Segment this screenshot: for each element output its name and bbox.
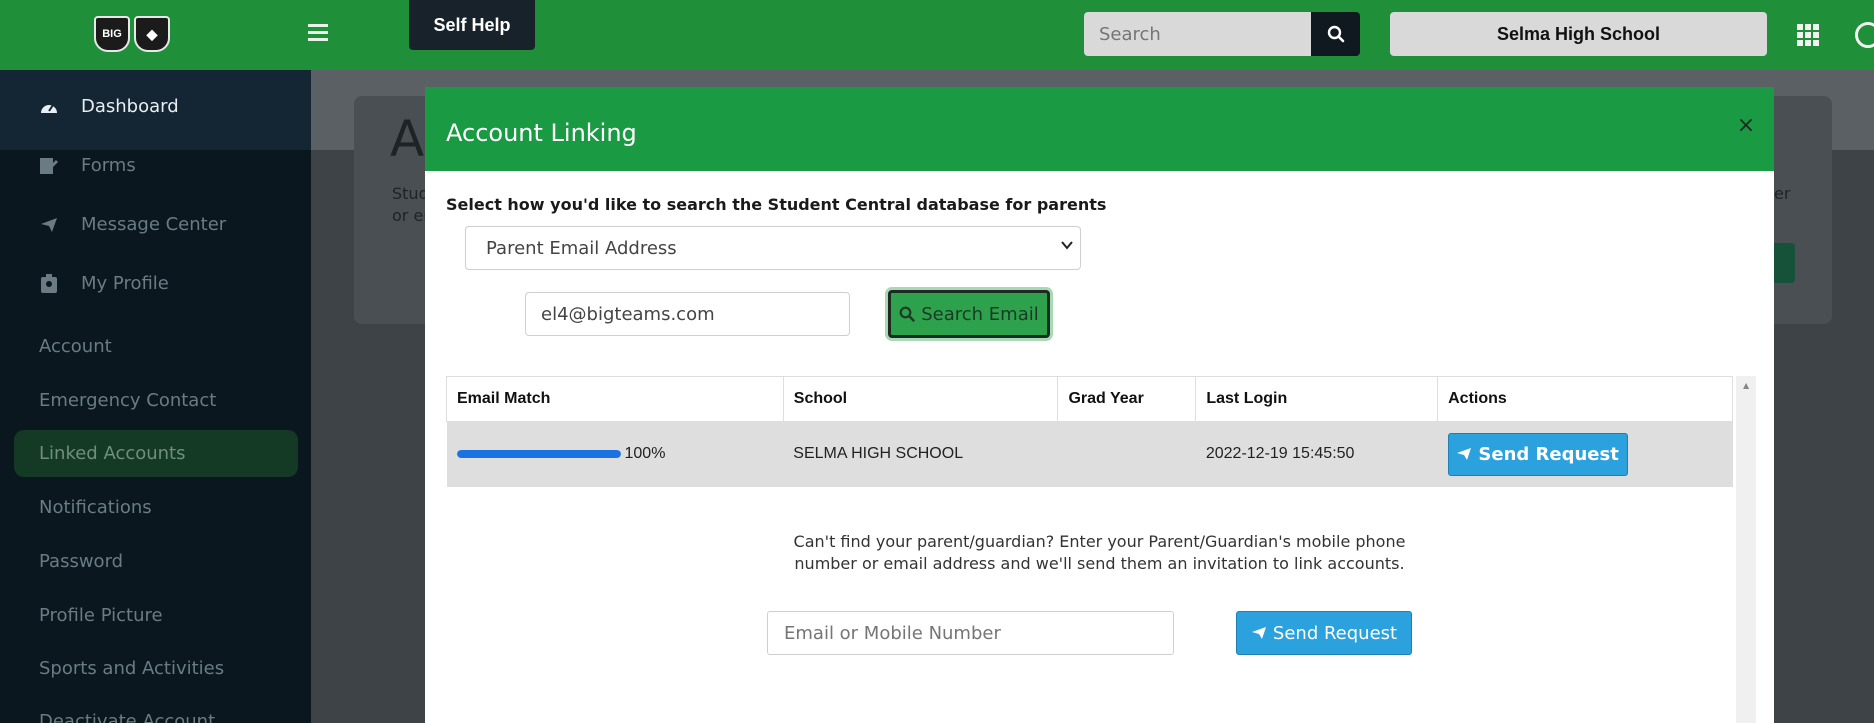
background-text: Stud: [392, 184, 429, 203]
sidebar-item-dashboard[interactable]: Dashboard: [39, 96, 179, 117]
sidebar-item-profile-picture[interactable]: Profile Picture: [39, 605, 163, 626]
sidebar-item-label: Dashboard: [81, 96, 179, 117]
invite-contact-input[interactable]: [767, 611, 1174, 655]
search-email-label: Search Email: [921, 303, 1039, 325]
sidebar-item-label: Message Center: [81, 214, 227, 235]
dashboard-icon: [39, 97, 59, 117]
sidebar-item-account[interactable]: Account: [39, 336, 112, 357]
scroll-up-icon[interactable]: ▲: [1743, 381, 1749, 390]
column-header: Grad Year: [1057, 376, 1197, 422]
parent-email-input[interactable]: el4@bigteams.com: [525, 292, 850, 336]
cant-find-text: number or email address and we'll send t…: [794, 554, 1405, 573]
match-progress-bar: [456, 450, 621, 459]
self-help-button[interactable]: Self Help: [409, 0, 535, 50]
sidebar-item-linked-accounts[interactable]: Linked Accounts: [39, 443, 186, 464]
grad-year-cell: [1057, 421, 1196, 487]
paper-plane-icon: [1251, 627, 1266, 639]
school-cell: SELMA HIGH SCHOOL: [783, 421, 1058, 487]
column-header: Actions: [1437, 376, 1733, 422]
sidebar-item-message-center[interactable]: Message Center: [39, 214, 226, 235]
column-header: School: [782, 376, 1059, 422]
search-icon: [899, 306, 915, 322]
sidebar-item-deactivate-account[interactable]: Deactivate Account: [39, 711, 215, 723]
app-logo[interactable]: BIG ◆: [94, 16, 170, 52]
school-selector-button[interactable]: Selma High School: [1390, 12, 1767, 56]
chevron-down-icon: [1060, 237, 1074, 256]
table-row: 100% SELMA HIGH SCHOOL 2022-12-19 15:45:…: [446, 421, 1733, 487]
account-linking-modal: Account Linking × Select how you'd like …: [425, 87, 1774, 723]
menu-toggle-icon[interactable]: [308, 24, 328, 44]
close-icon[interactable]: ×: [1735, 115, 1757, 137]
send-request-label: Send Request: [1478, 443, 1619, 465]
last-login-cell: 2022-12-19 15:45:50: [1195, 421, 1438, 487]
search-input[interactable]: [1084, 12, 1312, 56]
sidebar-item-forms[interactable]: Forms: [39, 155, 136, 176]
send-invite-label: Send Request: [1272, 622, 1398, 644]
user-avatar-icon[interactable]: [1855, 22, 1874, 48]
background-text: er: [1774, 184, 1791, 203]
sidebar-item-password[interactable]: Password: [39, 551, 123, 572]
background-heading: A: [390, 110, 425, 168]
search-type-value: Parent Email Address: [486, 237, 677, 259]
paper-plane-icon: [1457, 448, 1472, 461]
apps-grid-icon[interactable]: [1797, 24, 1819, 46]
results-table: Email Match School Grad Year Last Login …: [446, 376, 1733, 487]
big-teams-logo-icon: BIG: [94, 16, 130, 52]
paper-plane-icon: [39, 215, 59, 235]
sidebar-item-label: Forms: [81, 155, 136, 176]
sidebar-item-my-profile[interactable]: My Profile: [39, 273, 169, 294]
search-instruction: Select how you'd like to search the Stud…: [446, 195, 1107, 214]
sidebar-item-emergency-contact[interactable]: Emergency Contact: [39, 390, 216, 411]
modal-title: Account Linking: [446, 119, 637, 147]
send-invite-button[interactable]: Send Request: [1236, 611, 1412, 655]
match-percent: 100%: [624, 445, 666, 463]
school-crest-logo-icon: ◆: [134, 16, 170, 52]
search-email-button[interactable]: Search Email: [888, 290, 1050, 338]
actions-cell: Send Request: [1437, 421, 1733, 487]
email-value: el4@bigteams.com: [541, 303, 715, 325]
column-header: Email Match: [446, 376, 784, 422]
email-match-cell: 100%: [446, 421, 784, 487]
table-header-row: Email Match School Grad Year Last Login …: [446, 376, 1733, 422]
column-header: Last Login: [1195, 376, 1439, 422]
search-button[interactable]: [1311, 12, 1360, 56]
sidebar-item-sports-activities[interactable]: Sports and Activities: [39, 658, 224, 679]
sidebar-item-label: My Profile: [81, 273, 169, 294]
sidebar-item-notifications[interactable]: Notifications: [39, 497, 152, 518]
send-request-button[interactable]: Send Request: [1447, 432, 1628, 476]
cant-find-text: Can't find your parent/guardian? Enter y…: [793, 532, 1406, 551]
modal-header: Account Linking ×: [425, 87, 1774, 171]
id-badge-icon: [39, 273, 59, 294]
search-icon: [1327, 25, 1344, 43]
forms-icon: [39, 156, 59, 176]
search-type-select[interactable]: Parent Email Address: [465, 226, 1081, 270]
